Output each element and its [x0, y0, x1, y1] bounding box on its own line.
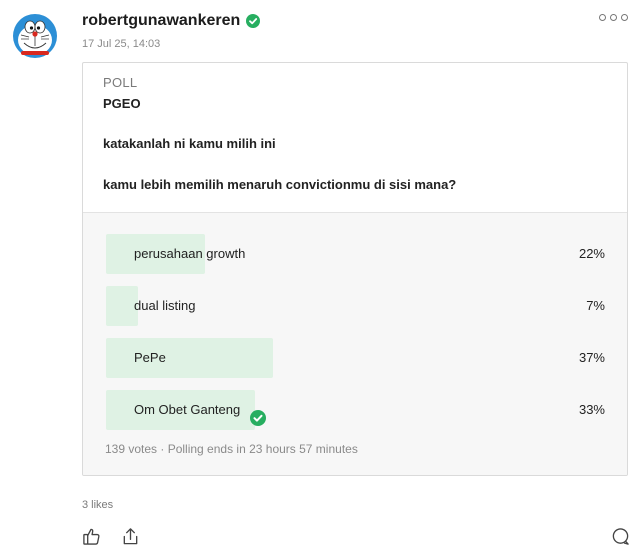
poll-option[interactable]: PePe 37%: [106, 338, 605, 378]
thumbs-up-icon[interactable]: [82, 527, 101, 546]
poll-option-label: PePe: [134, 350, 166, 365]
poll-title: PGEO: [103, 96, 141, 111]
poll-footer: 139 votes · Polling ends in 23 hours 57 …: [105, 442, 358, 456]
poll-option[interactable]: dual listing 7%: [106, 286, 605, 326]
poll-header: POLL PGEO katakanlah ni kamu milih ini k…: [83, 63, 627, 212]
comment-icon[interactable]: [611, 527, 630, 546]
poll-option-percent: 7%: [586, 298, 605, 313]
poll-option-bar: [106, 338, 273, 378]
likes-count[interactable]: 3 likes: [82, 499, 113, 511]
post-author[interactable]: robertgunawankeren: [82, 12, 261, 30]
poll-option-selected[interactable]: Om Obet Ganteng 33%: [106, 390, 605, 430]
poll-card: POLL PGEO katakanlah ni kamu milih ini k…: [82, 62, 628, 476]
poll-option-label: Om Obet Ganteng: [134, 402, 241, 417]
avatar[interactable]: [12, 13, 58, 59]
poll-label: POLL: [103, 75, 138, 90]
share-icon[interactable]: [121, 527, 140, 546]
poll-option-percent: 22%: [578, 246, 605, 261]
poll-options: perusahaan growth 22% dual listing 7% Pe…: [83, 212, 627, 475]
voted-check-icon: [250, 402, 267, 426]
poll-option[interactable]: perusahaan growth 22%: [106, 234, 605, 274]
verified-check-icon: [246, 14, 261, 28]
poll-option-label: perusahaan growth: [134, 246, 246, 261]
poll-option-percent: 33%: [578, 402, 605, 417]
poll-option-percent: 37%: [578, 350, 605, 365]
post-timestamp: 17 Jul 25, 14:03: [82, 38, 161, 50]
poll-text: katakanlah ni kamu milih ini: [103, 136, 276, 151]
poll-question: kamu lebih memilih menaruh convictionmu …: [103, 177, 457, 192]
poll-option-label: dual listing: [134, 298, 196, 313]
post-actions: [82, 527, 140, 546]
more-options-icon[interactable]: [599, 14, 628, 21]
username-text[interactable]: robertgunawankeren: [82, 12, 240, 30]
